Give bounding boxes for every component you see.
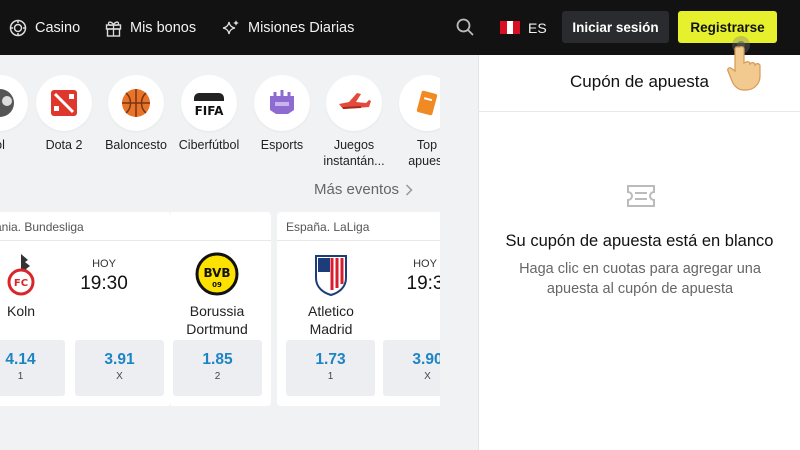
bet-coupon-panel: Cupón de apuesta Su cupón de apuesta est… (478, 55, 800, 450)
odd-value: 1.85 (202, 351, 233, 368)
odd-button-away[interactable]: 1.85 2 (173, 340, 262, 396)
odd-button-draw[interactable]: 3.91 X (75, 340, 164, 396)
koln-crest-icon: FC (7, 254, 35, 296)
language-selector[interactable]: ES (500, 0, 547, 55)
basketball-icon (122, 89, 150, 117)
league-name: España. LaLiga (286, 220, 370, 234)
nav-bonuses-label: Mis bonos (130, 19, 197, 36)
svg-text:BVB: BVB (203, 266, 230, 280)
more-events-link[interactable]: Más eventos (314, 181, 413, 198)
atletico-crest-icon (315, 255, 347, 296)
coupon-empty-title: Su cupón de apuesta está en blanco (505, 232, 774, 250)
nav-bonuses[interactable]: Mis bonos (105, 0, 196, 55)
match-day: HOY (92, 258, 116, 270)
odd-label: 1 (17, 371, 24, 382)
empty-ticket-icon (627, 185, 655, 207)
sport-top-bets[interactable]: Top apuest (389, 75, 440, 169)
match-clock: 19:3 (406, 273, 441, 294)
match-card[interactable]: España. LaLiga Atletico Madrid HOY 19:3 … (277, 212, 440, 406)
plane-icon (339, 93, 371, 109)
login-button[interactable]: Iniciar sesión (562, 11, 669, 43)
bvb-crest-icon: BVB 09 (195, 252, 239, 296)
odd-label: 1 (327, 371, 334, 382)
home-team-name: Atletico Madrid (308, 303, 354, 337)
odd-value: 3.91 (104, 351, 135, 368)
ticket-icon (416, 90, 438, 116)
top-navigation-bar: Casino Mis bonos Misiones Diarias ES Ini… (0, 0, 800, 55)
home-team: Atletico Madrid (286, 252, 376, 338)
match-clock: 19:30 (80, 273, 128, 294)
sport-label: Juegos instantán... (323, 138, 385, 168)
sport-label: Esports (260, 138, 304, 152)
home-team: FC Koln (0, 252, 66, 320)
casino-chip-icon (9, 19, 27, 36)
match-card[interactable]: mania. Bundesliga FC Koln HOY 19:30 BVB (0, 212, 171, 406)
dota2-icon (51, 90, 77, 116)
league-name: mania. Bundesliga (0, 220, 84, 234)
pointer-hand-icon (727, 36, 761, 91)
chevron-right-icon (406, 183, 413, 196)
coupon-empty-text: Haga clic en cuotas para agregar una apu… (519, 261, 761, 297)
match-time: HOY 19:30 (74, 258, 134, 295)
sports-main-area: ol Dota 2 Baloncesto FIFA (0, 55, 440, 450)
nav-missions-label: Misiones Diarias (248, 19, 355, 36)
fifa-icon: FIFA (194, 93, 224, 118)
away-team-name: Borussia Dortmund (186, 303, 248, 337)
odd-value: 3.90 (412, 351, 440, 368)
odd-button-home[interactable]: 4.14 1 (0, 340, 65, 396)
odd-label: X (116, 371, 123, 382)
svg-text:FC: FC (14, 278, 28, 289)
gift-icon (105, 20, 122, 37)
sparkle-icon (222, 19, 239, 34)
sport-label: Ciberfútbol (178, 138, 240, 152)
match-time: HOY 19:3 (395, 258, 441, 295)
sport-basketball[interactable]: Baloncesto (98, 75, 174, 153)
esports-icon (270, 90, 294, 114)
odd-button-draw[interactable]: 3.90 X (383, 340, 440, 396)
svg-text:09: 09 (212, 281, 222, 289)
sport-label: Baloncesto (105, 138, 167, 152)
match-day: HOY (413, 258, 437, 270)
sport-label: Top apuest (408, 138, 440, 168)
sport-label: Dota 2 (45, 138, 83, 152)
sport-esports[interactable]: Esports (244, 75, 320, 153)
match-card-right-part[interactable]: BVB 09 Borussia Dortmund 1.85 2 (171, 212, 271, 406)
sport-cyberfootball[interactable]: FIFA Ciberfútbol (171, 75, 247, 153)
language-label: ES (528, 19, 547, 36)
nav-casino[interactable]: Casino (9, 0, 80, 55)
sport-instant-games[interactable]: Juegos instantán... (316, 75, 392, 169)
odd-label: 2 (214, 371, 221, 382)
sport-dota2[interactable]: Dota 2 (26, 75, 102, 153)
more-events-label: Más eventos (314, 181, 400, 198)
away-team: BVB 09 Borussia Dortmund (171, 252, 263, 338)
odd-value: 4.14 (5, 351, 36, 368)
nav-daily-missions[interactable]: Misiones Diarias (222, 0, 354, 55)
football-icon (0, 89, 14, 117)
peru-flag-icon (500, 21, 521, 34)
nav-casino-label: Casino (35, 19, 81, 36)
odd-label: X (424, 371, 431, 382)
odd-value: 1.73 (315, 351, 346, 368)
odd-button-home[interactable]: 1.73 1 (286, 340, 375, 396)
home-team-name: Koln (6, 303, 36, 319)
search-icon[interactable] (455, 17, 475, 37)
svg-text:FIFA: FIFA (195, 104, 224, 118)
